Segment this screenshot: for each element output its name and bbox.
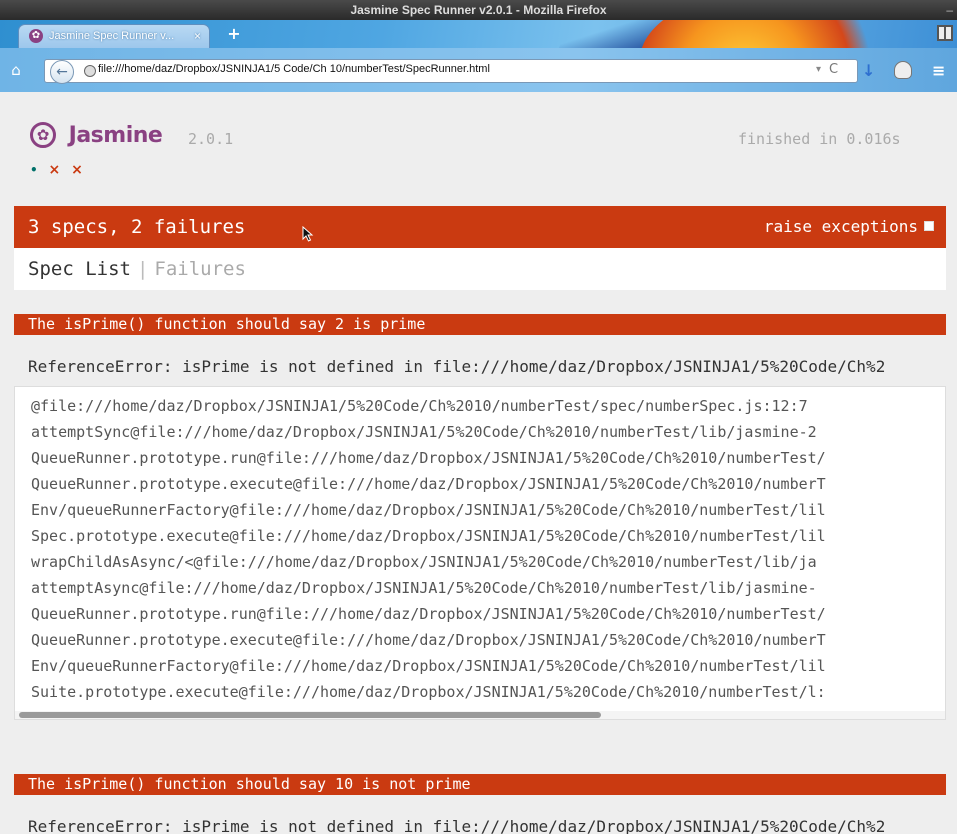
menu-button[interactable]: ≡ <box>932 61 945 80</box>
mouse-cursor-icon <box>302 226 314 242</box>
back-button[interactable]: ← <box>50 60 74 84</box>
tab-strip: ✿ Jasmine Spec Runner v... × + <box>0 20 957 48</box>
stack-trace-line: QueueRunner.prototype.execute@file:///ho… <box>31 475 826 493</box>
stack-trace-line: @file:///home/daz/Dropbox/JSNINJA1/5%20C… <box>31 397 808 415</box>
stack-trace-line: QueueRunner.prototype.run@file:///home/d… <box>31 449 826 467</box>
stack-trace-line: Suite.prototype.execute@file:///home/daz… <box>31 683 826 701</box>
stack-trace-line: Env/queueRunnerFactory@file:///home/daz/… <box>31 501 826 519</box>
stack-trace-line: Env/queueRunnerFactory@file:///home/daz/… <box>31 657 826 675</box>
page-content: ✿ Jasmine 2.0.1 finished in 0.016s • × ×… <box>0 92 957 834</box>
horizontal-scrollbar[interactable] <box>15 711 945 719</box>
stack-trace-line: wrapChildAsAsync/<@file:///home/daz/Drop… <box>31 553 817 571</box>
jasmine-logo: ✿ Jasmine <box>30 122 163 152</box>
tab-jasmine-spec-runner[interactable]: ✿ Jasmine Spec Runner v... × <box>18 24 210 48</box>
failure-description[interactable]: The isPrime() function should say 10 is … <box>14 774 946 795</box>
raise-exceptions-checkbox[interactable] <box>924 221 934 231</box>
theme-flame-art <box>640 20 900 48</box>
results-menu-bar: Spec List | Failures <box>14 248 946 290</box>
downloads-button[interactable]: ↓ <box>862 61 875 80</box>
stack-trace-box[interactable]: @file:///home/daz/Dropbox/JSNINJA1/5%20C… <box>14 386 946 720</box>
url-text[interactable]: file:///home/daz/Dropbox/JSNINJA1/5 Code… <box>98 63 490 75</box>
window-titlebar: Jasmine Spec Runner v2.0.1 - Mozilla Fir… <box>0 0 957 20</box>
home-button[interactable]: ⌂ <box>6 60 26 80</box>
failures-link[interactable]: Failures <box>154 258 246 280</box>
reload-button[interactable]: C <box>829 62 838 77</box>
tab-groups-icon[interactable] <box>937 25 953 41</box>
stack-trace-line: attemptSync@file:///home/daz/Dropbox/JSN… <box>31 423 817 441</box>
url-history-dropdown-icon[interactable]: ▾ <box>816 64 821 75</box>
stack-trace-line: QueueRunner.prototype.run@file:///home/d… <box>31 605 826 623</box>
passed-spec-symbol[interactable]: • <box>30 163 38 177</box>
raise-exceptions-label: raise exceptions <box>763 217 918 236</box>
logo-text: Jasmine <box>68 122 163 148</box>
failure-summary-bar: 3 specs, 2 failures raise exceptions <box>14 206 946 248</box>
raise-exceptions-option[interactable]: raise exceptions <box>764 206 934 248</box>
new-tab-button[interactable]: + <box>226 26 242 42</box>
navigation-toolbar: ⌂ ← file:///home/daz/Dropbox/JSNINJA1/5 … <box>0 48 957 92</box>
jasmine-flower-icon: ✿ <box>30 122 56 148</box>
failed-spec-symbol[interactable]: × <box>49 162 61 178</box>
failure-description[interactable]: The isPrime() function should say 2 is p… <box>14 314 946 335</box>
close-tab-icon[interactable]: × <box>194 25 201 47</box>
scrollbar-thumb[interactable] <box>19 712 601 718</box>
menu-separator: | <box>136 258 149 280</box>
run-duration: finished in 0.016s <box>738 130 901 148</box>
spec-list-link[interactable]: Spec List <box>28 258 131 280</box>
failed-spec-symbol[interactable]: × <box>71 162 83 178</box>
summary-text: 3 specs, 2 failures <box>28 216 246 238</box>
tab-label: Jasmine Spec Runner v... <box>49 30 175 42</box>
page-edge <box>949 92 957 834</box>
site-identity-icon[interactable] <box>84 65 96 77</box>
failure-message: ReferenceError: isPrime is not defined i… <box>28 357 886 376</box>
jasmine-version: 2.0.1 <box>188 130 234 148</box>
stack-trace-line: QueueRunner.prototype.execute@file:///ho… <box>31 631 826 649</box>
spec-symbol-summary: • × × <box>30 162 89 178</box>
addon-icon[interactable] <box>894 61 912 79</box>
stack-trace-lines: @file:///home/daz/Dropbox/JSNINJA1/5%20C… <box>31 393 826 705</box>
window-title: Jasmine Spec Runner v2.0.1 - Mozilla Fir… <box>350 3 607 17</box>
stack-trace-line: attemptAsync@file:///home/daz/Dropbox/JS… <box>31 579 817 597</box>
minimize-icon[interactable]: – <box>946 0 953 20</box>
failure-message: ReferenceError: isPrime is not defined i… <box>28 817 886 834</box>
jasmine-favicon-icon: ✿ <box>29 29 43 43</box>
stack-trace-line: Spec.prototype.execute@file:///home/daz/… <box>31 527 826 545</box>
